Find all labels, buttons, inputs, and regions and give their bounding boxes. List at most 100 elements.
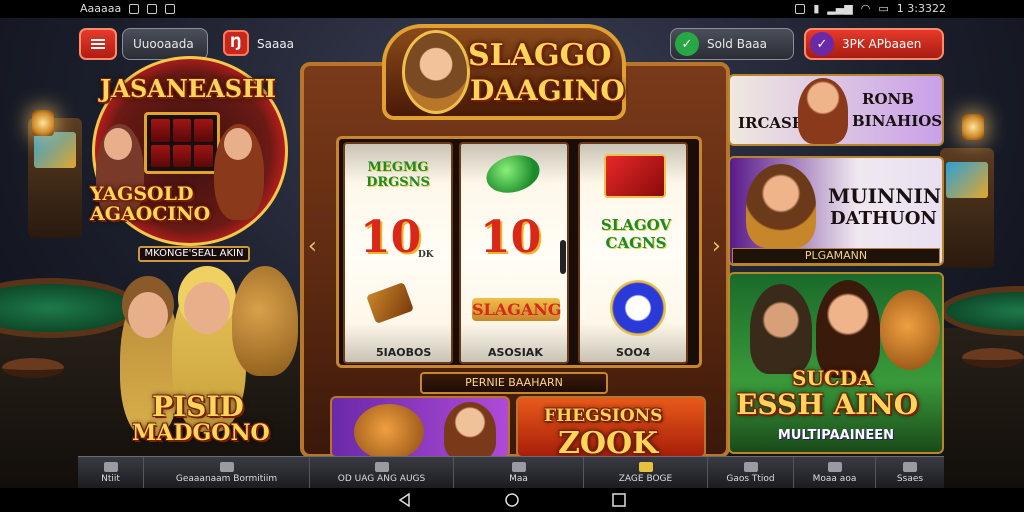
promo-label: Saaaa: [257, 37, 295, 51]
logo-line-2: DAAGINO: [470, 74, 625, 107]
logo-line-1: SLAGGO: [468, 38, 612, 73]
star-icon: [374, 462, 389, 472]
account-pill-label: Uuooaada: [133, 37, 194, 51]
nav-label: OD UAG ANG AUGS: [337, 474, 426, 484]
dealer-face-right: [224, 128, 252, 160]
arcade-machine-left: [28, 118, 82, 238]
nav-label: Ntiit: [101, 474, 120, 484]
hamburger-icon: [91, 43, 105, 45]
notification-icon: [129, 3, 140, 14]
reel-scrollbar[interactable]: [560, 240, 566, 274]
grid-icon: [903, 462, 917, 472]
card-2-title-1: MUINNING: [828, 184, 942, 208]
clock: 1 3:3322: [896, 2, 946, 15]
next-arrow-icon[interactable]: ›: [712, 232, 726, 262]
bottom-nav: Ntiit Geaaanaam Bormitiim OD UAG ANG AUG…: [78, 456, 944, 489]
menu-button[interactable]: [79, 28, 117, 60]
card-2-character: [746, 164, 816, 248]
reel-3-top-symbol: SLAGOV CAGNS: [600, 216, 672, 252]
card-icon: [219, 462, 234, 472]
wall-lamp-left: [32, 110, 54, 136]
system-nav-bar: [0, 488, 1024, 512]
left-promo-plate: MKONGE'SEAL AKIN: [138, 246, 250, 262]
card-1-right-2: BINAHIOS: [852, 112, 943, 130]
nav-label: Geaaanaam Bormitiim: [175, 474, 278, 484]
nav-label: ZAGE BOGE: [618, 474, 673, 484]
bottom-title-1: PISID: [152, 390, 244, 423]
cabinet-banner: PERNIE BAAHARN: [420, 372, 608, 394]
reel-3-foot: SOO4: [616, 346, 651, 359]
card-3-title-1: SUCDA: [792, 366, 873, 390]
nav-home[interactable]: Ntiit: [78, 457, 144, 489]
reel-1-middle-symbol: 10: [360, 212, 422, 263]
game-tile-jackpot[interactable]: FHEGSIONS ZOOK: [516, 396, 706, 458]
prev-arrow-icon[interactable]: ‹: [308, 232, 322, 262]
deposit-button-label: 3PK APbaaen: [842, 37, 922, 51]
tiger-art: [354, 404, 424, 456]
wall-lamp-right: [962, 114, 984, 140]
reel-2-middle-symbol: 10: [480, 212, 542, 263]
promo-chip[interactable]: Ŋ: [223, 30, 249, 56]
diamond-icon: [511, 462, 526, 472]
nav-friends[interactable]: Moaa aoa: [794, 457, 876, 489]
battery-icon: ▭: [878, 2, 889, 15]
app-name: Aaaaaa: [80, 2, 122, 15]
card-3-title-2: ESSH AINO: [736, 388, 919, 421]
game-tile-tiger[interactable]: [330, 396, 510, 458]
nav-label: Maa: [509, 474, 528, 484]
promo-card-1[interactable]: IRCASRIM RONB BINAHIOS: [728, 74, 944, 146]
nav-tournaments[interactable]: OD UAG ANG AUGS: [310, 457, 454, 489]
card-1-right-1: RONB: [862, 90, 914, 108]
reel-3-ring-symbol: [610, 280, 666, 336]
promo-card-3[interactable]: SUCDA ESSH AINO MULTIPAAINEEN: [728, 272, 944, 454]
promo-card-2[interactable]: MUINNING DATHUON PLGAMANN: [728, 156, 944, 266]
left-promo-title: JASANEASHI: [100, 74, 277, 103]
character-2-face: [184, 282, 230, 334]
card-2-title-2: DATHUON: [830, 208, 937, 229]
dealer-face-left: [104, 128, 132, 160]
nav-promo[interactable]: ZAGE BOGE: [584, 457, 708, 489]
promo-chip-icon: Ŋ: [230, 35, 242, 51]
balance-pill[interactable]: ✓ Sold Baaa: [670, 28, 794, 60]
gallery-icon: [147, 3, 158, 14]
badge-icon: ✓: [810, 32, 834, 56]
jackpot-line-1: FHEGSIONS: [544, 406, 663, 426]
reel-1-middle-suffix: DK: [418, 250, 434, 260]
home-icon: [103, 462, 118, 472]
nav-more[interactable]: Ssaes: [876, 457, 944, 489]
nav-vip[interactable]: Maa: [454, 457, 584, 489]
card-3-woman: [816, 280, 880, 378]
card-2-label: PLGAMANN: [732, 248, 940, 264]
badge-icon: [638, 462, 653, 472]
cabinet-portrait: [402, 30, 470, 114]
nav-gifts[interactable]: Gaos Ttiod: [708, 457, 794, 489]
people-icon: [827, 462, 842, 472]
reel-3-chest-symbol: [604, 154, 666, 198]
gift-icon: [743, 462, 758, 472]
home-circle-icon[interactable]: [504, 493, 520, 507]
reel-1-top-symbol: MEGMG DRGSNS: [366, 160, 430, 190]
nav-label: Gaos Ttiod: [726, 474, 775, 484]
woman-art: [444, 402, 496, 456]
nav-cards[interactable]: Geaaanaam Bormitiim: [144, 457, 310, 489]
back-icon[interactable]: [398, 493, 412, 507]
download-icon: [165, 3, 176, 14]
alarm-icon: [795, 3, 806, 14]
recents-icon[interactable]: [612, 493, 626, 507]
character-1-face: [128, 292, 168, 338]
balance-label: Sold Baaa: [707, 37, 768, 51]
nav-label: Ssaes: [896, 474, 924, 484]
deposit-button[interactable]: ✓ 3PK APbaaen: [804, 28, 944, 60]
stool: [962, 348, 1024, 368]
nav-label: Moaa aoa: [812, 474, 857, 484]
wheel-title: YAGSOLD AGAOCINO: [90, 183, 211, 225]
jackpot-line-2: ZOOK: [558, 426, 659, 458]
card-3-subtitle: MULTIPAAINEEN: [777, 428, 895, 443]
signal-icon: ▂▄▆: [827, 2, 853, 15]
vibrate-icon: ▮: [813, 2, 820, 15]
status-bar: Aaaaaa ▮ ▂▄▆ ◠ ▭ 1 3:3322: [0, 0, 1024, 18]
wifi-icon: ◠: [860, 2, 871, 15]
reel-2-bottom-symbol: SLAGANG: [472, 298, 562, 321]
bottom-title-2: MADGONO: [132, 420, 270, 446]
reel-2-foot: ASOSIAK: [488, 346, 543, 359]
